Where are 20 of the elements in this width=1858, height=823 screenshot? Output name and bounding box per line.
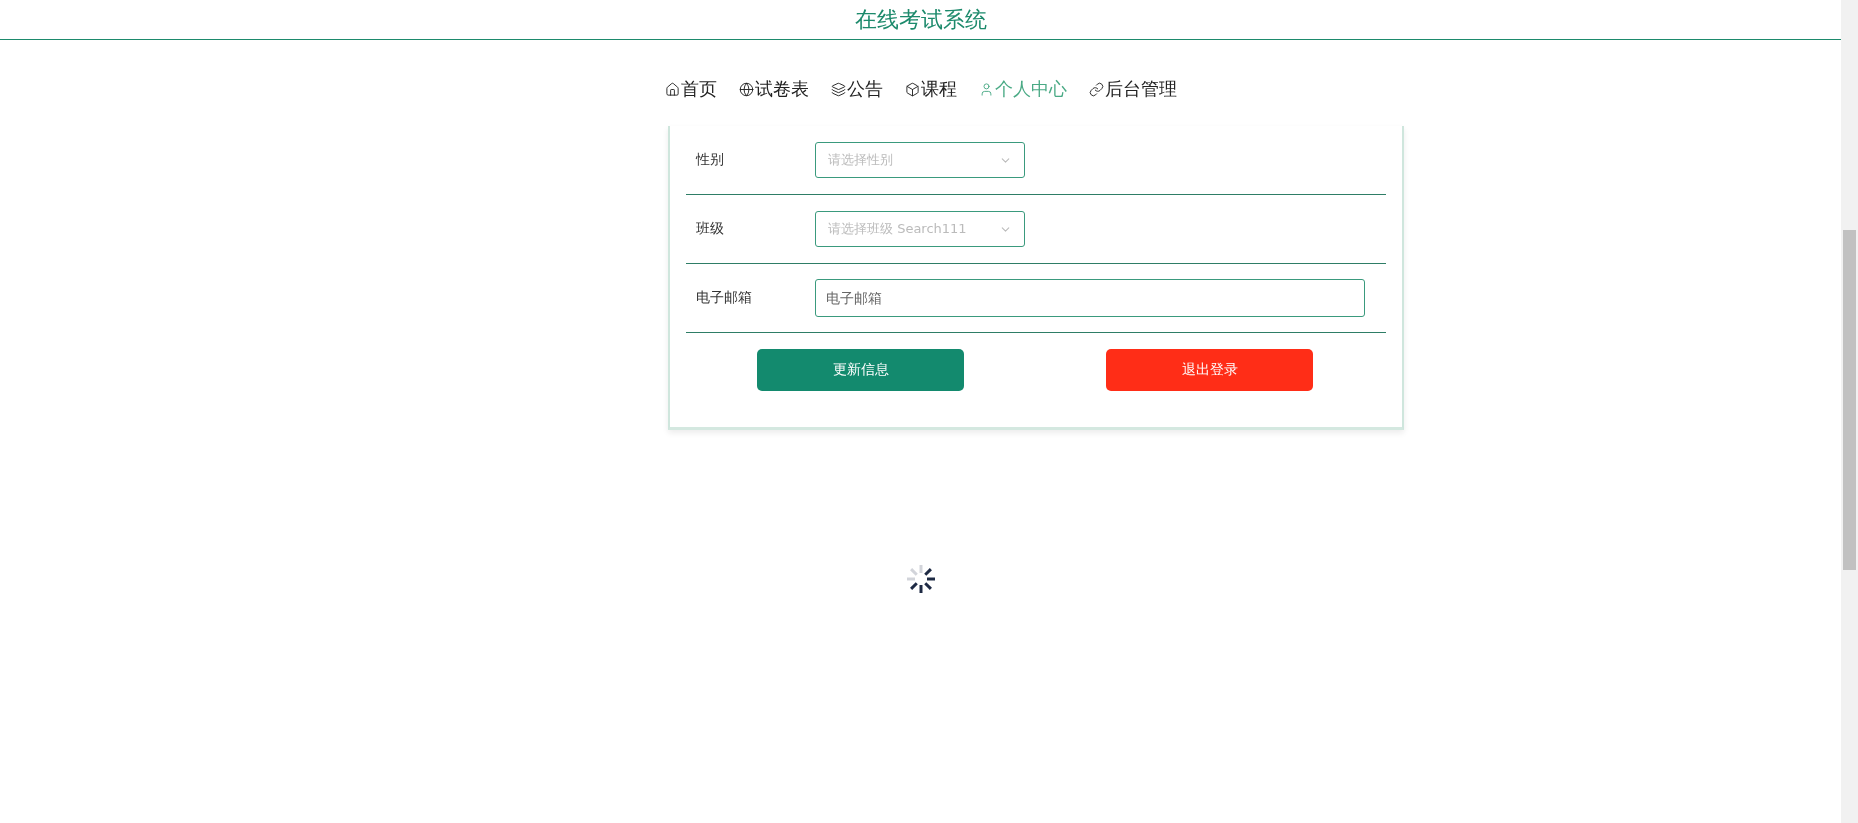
loading-spinner-icon [904, 563, 937, 595]
link-icon [1088, 81, 1104, 97]
nav-link[interactable]: 公告 [830, 77, 883, 101]
site-title: 在线考试系统 [854, 5, 987, 34]
field-label: 班级 [696, 220, 725, 238]
nav-link[interactable]: 首页 [664, 77, 717, 101]
globe-icon [738, 81, 754, 97]
nav-link[interactable]: 后台管理 [1088, 77, 1177, 101]
user-icon [978, 81, 994, 97]
update-button[interactable]: 更新信息 [757, 349, 964, 391]
field-label: 性别 [696, 151, 725, 169]
layers-icon [830, 81, 846, 97]
house-icon [664, 81, 680, 97]
field-label: 电子邮箱 [696, 289, 753, 307]
input-field[interactable]: 电子邮箱 [815, 279, 1365, 317]
nav-link[interactable]: 课程 [904, 77, 957, 101]
cube-icon [904, 81, 920, 97]
nav-link[interactable]: 试卷表 [738, 77, 809, 101]
logout-button[interactable]: 退出登录 [1106, 349, 1313, 391]
scrollbar[interactable] [1841, 0, 1858, 823]
